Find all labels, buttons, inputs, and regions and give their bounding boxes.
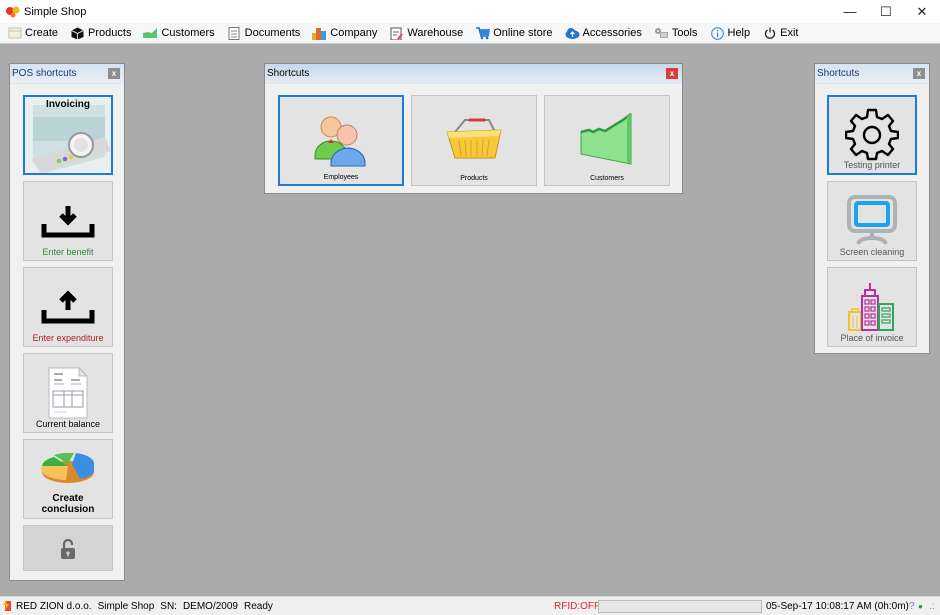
tile-label: Invoicing — [46, 99, 90, 110]
tile-invoicing[interactable]: Invoicing — [23, 95, 113, 175]
tile-label: Create conclusion — [41, 493, 95, 515]
resize-grip[interactable]: .: — [929, 601, 935, 612]
employees-icon — [280, 113, 402, 167]
window-title: Simple Shop — [24, 5, 87, 18]
menu-company[interactable]: Company — [311, 24, 378, 43]
status-app: Simple Shop — [97, 600, 155, 612]
tile-create-conclusion[interactable]: Create conclusion — [23, 439, 113, 519]
tools-icon — [654, 27, 669, 40]
tile-label: Place of invoice — [840, 333, 904, 343]
tile-label: Screen cleaning — [839, 247, 905, 257]
tile-label: Current balance — [35, 419, 101, 429]
tile-enter-benefit[interactable]: Enter benefit — [23, 181, 113, 261]
menu-customers[interactable]: Customers — [142, 24, 215, 43]
tile-label: Customers — [590, 175, 624, 182]
menu-create[interactable]: Create — [6, 24, 59, 43]
shortcuts-window-close-button[interactable]: x — [666, 68, 678, 79]
minimize-button[interactable]: — — [832, 0, 868, 23]
gear-icon — [829, 107, 915, 161]
status-datetime: 05-Sep-17 10:08:17 AM (0h:0m) — [766, 600, 909, 612]
upload-tray-icon — [24, 290, 112, 324]
cloud-upload-icon — [565, 27, 580, 40]
right-shortcuts-header: Shortcuts x — [815, 64, 929, 84]
customers-chart-icon — [143, 27, 158, 40]
info-icon — [710, 26, 725, 40]
right-shortcuts-panel: Shortcuts x Testing printer Screen clean… — [814, 63, 930, 354]
warehouse-clipboard-icon — [389, 27, 404, 40]
tile-enter-expenditure[interactable]: Enter expenditure — [23, 267, 113, 347]
shortcuts-window-header[interactable]: Shortcuts x — [265, 64, 682, 84]
create-icon — [7, 27, 22, 40]
menu-tools[interactable]: Tools — [653, 24, 699, 43]
growth-chart-icon — [545, 112, 669, 166]
power-icon — [762, 27, 777, 40]
tile-label: Employees — [323, 174, 359, 181]
menu-documents[interactable]: Documents — [226, 24, 302, 43]
menu-warehouse[interactable]: Warehouse — [388, 24, 464, 43]
status-ready: Ready — [243, 600, 273, 612]
pie-chart-icon — [24, 446, 112, 486]
panel-close-button[interactable]: x — [913, 68, 925, 79]
monitor-icon — [828, 194, 916, 246]
status-indicator-icon: ● — [918, 601, 923, 611]
status-bar: RED ZION d.o.o. Simple Shop SN: DEMO/200… — [0, 596, 940, 615]
tile-employees[interactable]: Employees — [278, 95, 404, 186]
company-buildings-icon — [312, 27, 327, 40]
panel-close-button[interactable]: x — [108, 68, 120, 79]
menu-accessories[interactable]: Accessories — [564, 24, 643, 43]
title-bar: Simple Shop — ☐ ✕ — [0, 0, 940, 23]
tile-screen-cleaning[interactable]: Screen cleaning — [827, 181, 917, 261]
unlock-icon — [24, 538, 112, 560]
status-help-icon[interactable]: ? — [909, 601, 915, 612]
menu-products[interactable]: Products — [69, 24, 132, 43]
buildings-icon — [828, 282, 916, 332]
panel-title: POS shortcuts — [12, 68, 77, 79]
pos-shortcuts-panel: POS shortcuts x Invoicing Enter benefit — [9, 63, 125, 581]
basket-icon — [412, 118, 536, 160]
tile-place-of-invoice[interactable]: Place of invoice — [827, 267, 917, 347]
tile-label: Testing printer — [843, 160, 901, 170]
panel-title: Shortcuts — [817, 68, 860, 79]
cart-icon — [475, 26, 490, 40]
menu-online-store[interactable]: Online store — [474, 24, 553, 43]
tile-testing-printer[interactable]: Testing printer — [827, 95, 917, 175]
status-rfid: RFID:OFF — [554, 600, 601, 612]
menu-bar: Create Products Customers Documents Comp… — [0, 23, 940, 44]
tile-products[interactable]: Products — [411, 95, 537, 186]
status-company: RED ZION d.o.o. — [16, 600, 92, 612]
tile-current-balance[interactable]: Current balance — [23, 353, 113, 433]
status-sn: DEMO/2009 — [182, 600, 238, 612]
status-sn-label: SN: — [160, 600, 177, 612]
tile-label: Enter benefit — [42, 247, 94, 257]
tile-unlock[interactable] — [23, 525, 113, 571]
menu-exit[interactable]: Exit — [761, 24, 799, 43]
menu-help[interactable]: Help — [709, 24, 752, 43]
pos-shortcuts-header: POS shortcuts x — [10, 64, 124, 84]
app-logo-icon — [6, 6, 20, 18]
invoice-document-icon — [24, 366, 112, 420]
status-progress-bar — [598, 600, 762, 613]
tile-customers[interactable]: Customers — [544, 95, 670, 186]
products-box-icon — [70, 27, 85, 40]
shortcuts-window-title: Shortcuts — [267, 68, 310, 79]
status-logo-icon — [3, 598, 13, 614]
shortcuts-window: Shortcuts x Employees Products Customers — [264, 63, 683, 194]
download-tray-icon — [24, 204, 112, 238]
close-button[interactable]: ✕ — [904, 0, 940, 23]
maximize-button[interactable]: ☐ — [868, 0, 904, 23]
tile-label: Products — [460, 175, 488, 182]
documents-icon — [227, 26, 242, 40]
tile-label: Enter expenditure — [32, 333, 104, 343]
